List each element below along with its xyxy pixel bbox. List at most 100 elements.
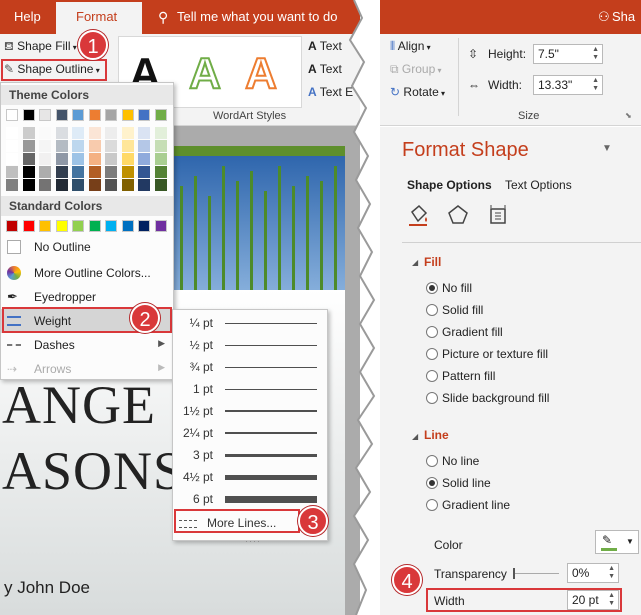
theme-color-swatch[interactable]: [72, 127, 84, 139]
theme-color-swatch[interactable]: [154, 140, 167, 152]
weight-option[interactable]: ¾ pt: [173, 356, 327, 378]
tab-format[interactable]: Format: [56, 2, 142, 34]
resize-grip-icon[interactable]: ····: [245, 536, 261, 546]
theme-color-swatch[interactable]: [88, 140, 101, 152]
theme-color-swatch[interactable]: [22, 166, 35, 178]
theme-color-swatch[interactable]: [121, 153, 134, 165]
theme-color-swatch[interactable]: [121, 140, 134, 152]
weight-option[interactable]: 1 pt: [173, 378, 327, 400]
weight-option[interactable]: 1½ pt: [173, 400, 327, 422]
theme-color-swatch[interactable]: [72, 153, 84, 165]
width-input[interactable]: 13.33" ▲ ▼: [533, 75, 603, 95]
line-section-header[interactable]: Line: [424, 428, 449, 442]
theme-color-swatch[interactable]: [6, 109, 18, 121]
dialog-launcher-icon[interactable]: ⬊: [625, 111, 632, 120]
weight-option[interactable]: 6 pt: [173, 488, 327, 510]
theme-color-swatch[interactable]: [121, 166, 134, 178]
theme-color-swatch[interactable]: [138, 109, 150, 121]
radio-button[interactable]: [426, 348, 438, 360]
rotate-button[interactable]: ↻ Rotate ▾: [390, 85, 445, 99]
standard-color-swatch[interactable]: [121, 220, 134, 232]
theme-color-swatch[interactable]: [39, 179, 51, 191]
theme-color-swatch[interactable]: [39, 109, 51, 121]
theme-color-swatch[interactable]: [39, 140, 51, 152]
theme-color-swatch[interactable]: [121, 109, 134, 121]
theme-color-swatch[interactable]: [6, 127, 18, 139]
theme-color-swatch[interactable]: [138, 127, 150, 139]
tab-help[interactable]: Help: [14, 9, 41, 24]
radio-button[interactable]: [426, 455, 438, 467]
transparency-slider-track[interactable]: [513, 573, 559, 574]
theme-color-swatch[interactable]: [22, 127, 35, 139]
collapse-triangle-icon[interactable]: ◢: [412, 432, 418, 441]
theme-color-swatch[interactable]: [88, 153, 101, 165]
theme-color-swatch[interactable]: [55, 109, 68, 121]
standard-color-swatch[interactable]: [39, 220, 51, 232]
theme-color-swatch[interactable]: [105, 179, 117, 191]
spin-down-icon[interactable]: ▼: [592, 54, 599, 61]
theme-color-swatch[interactable]: [105, 153, 117, 165]
collapse-triangle-icon[interactable]: ◢: [412, 258, 418, 267]
menu-dashes[interactable]: Dashes ▶: [1, 333, 173, 357]
theme-color-swatch[interactable]: [121, 179, 134, 191]
theme-color-swatch[interactable]: [105, 140, 117, 152]
radio-button[interactable]: [426, 392, 438, 404]
standard-color-swatch[interactable]: [72, 220, 84, 232]
wordart-style-orange[interactable]: A: [239, 48, 283, 99]
theme-color-swatch[interactable]: [39, 127, 51, 139]
radio-button[interactable]: [426, 304, 438, 316]
theme-color-swatch[interactable]: [22, 153, 35, 165]
radio-button[interactable]: [426, 499, 438, 511]
theme-color-swatch[interactable]: [138, 140, 150, 152]
theme-color-swatch[interactable]: [88, 166, 101, 178]
fill-section-header[interactable]: Fill: [424, 255, 441, 269]
spin-up-icon[interactable]: ▲: [592, 46, 599, 53]
weight-option[interactable]: 2¼ pt: [173, 422, 327, 444]
standard-color-swatch[interactable]: [138, 220, 150, 232]
tab-shape-options[interactable]: Shape Options: [407, 178, 492, 192]
spin-down-icon[interactable]: ▼: [608, 573, 615, 580]
spin-up-icon[interactable]: ▲: [608, 565, 615, 572]
weight-option[interactable]: 3 pt: [173, 444, 327, 466]
theme-color-swatch[interactable]: [39, 153, 51, 165]
wordart-style-green[interactable]: A: [183, 48, 227, 99]
theme-color-swatch[interactable]: [55, 179, 68, 191]
shape-fill-button[interactable]: ⛾ Shape Fill ▾: [4, 39, 77, 55]
theme-color-swatch[interactable]: [55, 127, 68, 139]
theme-color-swatch[interactable]: [39, 166, 51, 178]
standard-color-swatch[interactable]: [22, 220, 35, 232]
transparency-input[interactable]: 0% ▲ ▼: [567, 563, 619, 583]
theme-color-swatch[interactable]: [105, 127, 117, 139]
spin-down-icon[interactable]: ▼: [592, 85, 599, 92]
theme-color-swatch[interactable]: [55, 140, 68, 152]
spin-up-icon[interactable]: ▲: [592, 77, 599, 84]
menu-no-outline[interactable]: No Outline: [1, 235, 173, 259]
weight-option[interactable]: ½ pt: [173, 334, 327, 356]
theme-color-swatch[interactable]: [138, 179, 150, 191]
theme-color-swatch[interactable]: [88, 109, 101, 121]
theme-color-swatch[interactable]: [72, 166, 84, 178]
size-properties-icon[interactable]: [486, 203, 510, 227]
weight-option[interactable]: 4½ pt: [173, 466, 327, 488]
theme-color-swatch[interactable]: [72, 179, 84, 191]
theme-color-swatch[interactable]: [154, 179, 167, 191]
theme-color-swatch[interactable]: [154, 127, 167, 139]
tab-text-options[interactable]: Text Options: [505, 178, 572, 192]
theme-color-swatch[interactable]: [55, 153, 68, 165]
align-button[interactable]: ⫴ Align ▾: [390, 39, 431, 54]
radio-button[interactable]: [426, 370, 438, 382]
theme-color-swatch[interactable]: [121, 127, 134, 139]
outline-color-button[interactable]: ✎ ▼: [595, 530, 639, 554]
theme-color-swatch[interactable]: [6, 140, 18, 152]
theme-color-swatch[interactable]: [105, 166, 117, 178]
text-outline-button[interactable]: A Text: [308, 62, 342, 76]
theme-color-swatch[interactable]: [105, 109, 117, 121]
theme-color-swatch[interactable]: [22, 140, 35, 152]
standard-color-swatch[interactable]: [88, 220, 101, 232]
theme-color-swatch[interactable]: [6, 179, 18, 191]
theme-color-swatch[interactable]: [55, 166, 68, 178]
theme-color-swatch[interactable]: [72, 109, 84, 121]
theme-color-swatch[interactable]: [154, 153, 167, 165]
theme-color-swatch[interactable]: [138, 153, 150, 165]
standard-color-swatch[interactable]: [55, 220, 68, 232]
